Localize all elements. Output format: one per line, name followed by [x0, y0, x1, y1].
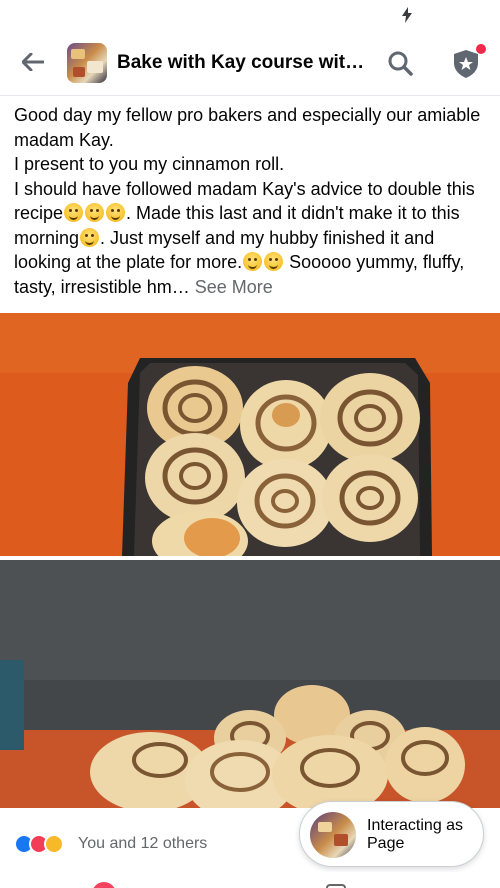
- post-line-3: I should have followed madam Kay's advic…: [14, 177, 490, 300]
- post-photo-cinnamon-rolls-pan[interactable]: [0, 313, 500, 556]
- post-text: Good day my fellow pro bakers and especi…: [14, 103, 490, 299]
- haha-reaction-icon: [44, 834, 64, 854]
- search-icon: [388, 51, 413, 76]
- app-header: Bake with Kay course wit…: [0, 30, 500, 96]
- see-more-link[interactable]: See More: [195, 277, 273, 297]
- notification-dot: [476, 44, 486, 54]
- sad-face-emoji-icon: [106, 203, 126, 222]
- sad-face-emoji-icon: [64, 203, 84, 222]
- group-avatar[interactable]: [67, 43, 107, 83]
- laughing-face-emoji-icon: [264, 252, 284, 271]
- reaction-icons: [14, 834, 76, 856]
- post-line-2: I present to you my cinnamon roll.: [14, 154, 285, 174]
- interacting-as-label: Interacting as Page: [367, 817, 464, 852]
- cinnamon-rolls-pan-image: [0, 313, 500, 556]
- post-photo-cinnamon-rolls-plate[interactable]: [0, 560, 500, 808]
- reaction-count[interactable]: You and 12 others: [78, 835, 207, 853]
- back-button[interactable]: [16, 47, 50, 77]
- arrow-left-icon: [22, 53, 44, 71]
- comment-button-icon[interactable]: [326, 884, 346, 888]
- sad-face-emoji-icon: [85, 203, 105, 222]
- grinning-face-emoji-icon: [80, 227, 100, 247]
- interacting-as-page-chip[interactable]: Interacting as Page: [299, 801, 484, 867]
- laughing-face-emoji-icon: [243, 252, 263, 271]
- search-button[interactable]: [384, 47, 416, 79]
- bottom-action-bar: [0, 872, 500, 888]
- react-button-icon[interactable]: [92, 882, 116, 888]
- page-avatar: [310, 812, 356, 858]
- cinnamon-rolls-plate-image: [0, 560, 500, 808]
- battery-charging-icon: [402, 7, 412, 23]
- status-bar: [0, 0, 500, 30]
- post-line-1: Good day my fellow pro bakers and especi…: [14, 105, 481, 150]
- group-title[interactable]: Bake with Kay course wit…: [117, 50, 372, 76]
